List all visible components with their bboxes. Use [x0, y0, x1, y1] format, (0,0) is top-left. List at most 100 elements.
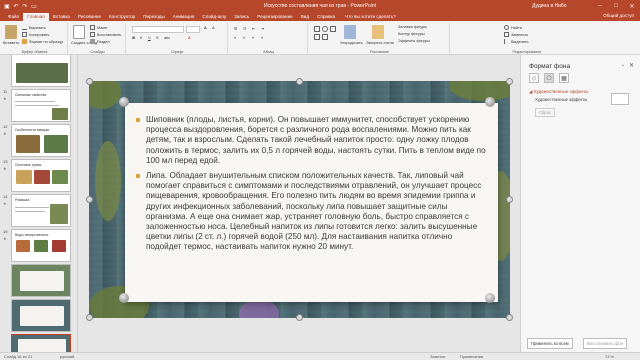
- tab-file[interactable]: Файл: [4, 13, 23, 21]
- arrange-button[interactable]: Упорядочить: [340, 41, 363, 45]
- slide-thumbnail[interactable]: [11, 55, 71, 87]
- comments-button[interactable]: Примечания: [460, 354, 483, 359]
- resize-handle[interactable]: [86, 78, 93, 85]
- font-shrink-icon[interactable]: A: [212, 26, 215, 30]
- bullet-item-rosehip[interactable]: Шиповник (плоды, листья, корни). Он повы…: [136, 115, 486, 166]
- section-button[interactable]: Раздел: [90, 39, 110, 44]
- zoom-level[interactable]: 73 %: [605, 354, 614, 359]
- resize-handle[interactable]: [86, 196, 93, 203]
- picture-icon[interactable]: ▦: [559, 73, 569, 83]
- maximize-icon[interactable]: □: [608, 0, 624, 12]
- artistic-effects-gallery[interactable]: [611, 93, 629, 105]
- slideshow-icon[interactable]: ▭: [31, 3, 37, 10]
- slide-thumbnail[interactable]: Особенности заварки: [11, 124, 71, 157]
- rectangle-shape-icon[interactable]: [314, 26, 320, 32]
- paste-button[interactable]: Вставить: [3, 41, 19, 45]
- font-color-icon[interactable]: A: [188, 36, 191, 40]
- share-button[interactable]: Общий доступ: [603, 13, 634, 18]
- tab-animations[interactable]: Анимация: [169, 13, 199, 21]
- save-icon[interactable]: ▣: [4, 3, 10, 10]
- tab-review[interactable]: Рецензирование: [253, 13, 296, 21]
- resize-handle[interactable]: [86, 314, 93, 321]
- thumbnail-item[interactable]: [0, 55, 77, 87]
- reset-button[interactable]: Восстановить: [90, 32, 121, 37]
- resize-handle[interactable]: [506, 196, 513, 203]
- bullet-item-linden[interactable]: Липа. Обладает внушительным списком поло…: [136, 171, 486, 253]
- numbering-icon[interactable]: ☷: [243, 26, 246, 31]
- slide-thumbnail[interactable]: Виды лекарственных: [11, 229, 71, 262]
- current-slide[interactable]: Шиповник (плоды, листья, корни). Он повы…: [89, 81, 510, 318]
- notes-button[interactable]: Заметки: [430, 354, 445, 359]
- tab-home[interactable]: Главная: [23, 13, 49, 21]
- font-grow-icon[interactable]: A: [204, 26, 207, 30]
- tab-record[interactable]: Запись: [230, 13, 253, 21]
- replace-button[interactable]: Заменить: [504, 32, 528, 37]
- quick-styles-icon[interactable]: [372, 25, 384, 39]
- slide-thumbnail[interactable]: [11, 299, 71, 332]
- slide-thumbnail-selected[interactable]: [11, 334, 71, 352]
- cut-button[interactable]: Вырезать: [22, 25, 46, 30]
- chevron-down-icon[interactable]: ⌄: [621, 62, 625, 68]
- section-header-artistic-effects[interactable]: ◢ Художественные эффекты: [529, 89, 588, 95]
- tab-slideshow[interactable]: Слайд-шоу: [198, 13, 230, 21]
- triangle-shape-icon[interactable]: [322, 34, 328, 40]
- tab-view[interactable]: Вид: [297, 13, 313, 21]
- close-icon[interactable]: ✕: [629, 62, 634, 69]
- shape-outline-button[interactable]: Контур фигуры: [398, 32, 425, 36]
- text-box[interactable]: Шиповник (плоды, листья, корни). Он повы…: [125, 103, 498, 302]
- minimize-icon[interactable]: –: [592, 0, 608, 12]
- resize-handle[interactable]: [506, 78, 513, 85]
- slide-thumbnail[interactable]: Основные свойства: [11, 89, 71, 122]
- thumbnail-item[interactable]: 11 ★ Основные свойства: [0, 88, 77, 122]
- font-size-box[interactable]: [186, 26, 200, 33]
- tab-help[interactable]: Справка: [313, 13, 339, 21]
- resize-handle[interactable]: [296, 78, 303, 85]
- copy-button[interactable]: Копировать: [22, 32, 49, 37]
- strikethrough-icon[interactable]: abc: [164, 36, 170, 40]
- decrease-indent-icon[interactable]: ⇤: [252, 26, 255, 31]
- tab-draw[interactable]: Рисование: [74, 13, 105, 21]
- thumbnail-item[interactable]: 14 ★ Ромашка: [0, 193, 77, 227]
- language-indicator[interactable]: русский: [60, 354, 74, 359]
- tab-transitions[interactable]: Переходы: [139, 13, 169, 21]
- underline-icon[interactable]: Ч: [148, 36, 151, 40]
- bullets-icon[interactable]: ☰: [234, 26, 237, 31]
- user-name[interactable]: Дудина в Нибо: [532, 3, 567, 9]
- fill-icon[interactable]: ◇: [529, 73, 539, 83]
- arrow-shape-icon[interactable]: [314, 34, 320, 40]
- thumbnail-item[interactable]: [0, 298, 77, 332]
- apply-to-all-button[interactable]: Применить ко всем: [527, 338, 573, 349]
- thumbnail-item[interactable]: [0, 333, 77, 352]
- select-button[interactable]: Выделить: [504, 39, 529, 44]
- align-left-icon[interactable]: ≡: [234, 36, 236, 40]
- shadow-icon[interactable]: S: [156, 36, 159, 40]
- align-right-icon[interactable]: ≡: [252, 36, 254, 40]
- shape-effects-button[interactable]: Эффекты фигуры: [398, 39, 430, 43]
- italic-icon[interactable]: К: [140, 36, 142, 40]
- font-name-box[interactable]: [132, 26, 184, 33]
- reset-effects-button[interactable]: Сброс: [535, 108, 556, 117]
- increase-indent-icon[interactable]: ⇥: [261, 26, 264, 31]
- thumbnail-item[interactable]: [0, 263, 77, 297]
- undo-icon[interactable]: ↶: [13, 3, 19, 10]
- slide-thumbnail[interactable]: Полезные травы: [11, 159, 71, 192]
- slide-thumbnail[interactable]: [11, 264, 71, 297]
- quick-styles-button[interactable]: Экспресс-стили: [366, 41, 394, 45]
- slide-thumbnail[interactable]: Ромашка: [11, 194, 71, 227]
- resize-handle[interactable]: [296, 314, 303, 321]
- format-painter-button[interactable]: Формат по образцу: [22, 39, 63, 44]
- tab-design[interactable]: Конструктор: [105, 13, 139, 21]
- tell-me-search[interactable]: Что вы хотите сделать?: [345, 13, 396, 21]
- shape-fill-button[interactable]: Заливка фигуры: [398, 25, 427, 29]
- redo-icon[interactable]: ↷: [22, 3, 28, 10]
- line-shape-icon[interactable]: [330, 26, 336, 32]
- tab-insert[interactable]: Вставка: [49, 13, 74, 21]
- reset-background-button[interactable]: Восстановить фон: [583, 338, 628, 349]
- oval-shape-icon[interactable]: [322, 26, 328, 32]
- paste-icon[interactable]: [5, 25, 17, 39]
- find-button[interactable]: Найти: [504, 25, 522, 30]
- arrange-icon[interactable]: [344, 25, 356, 39]
- layout-button[interactable]: Макет: [90, 25, 108, 30]
- close-icon[interactable]: ✕: [624, 0, 640, 12]
- justify-icon[interactable]: ≡: [261, 36, 263, 40]
